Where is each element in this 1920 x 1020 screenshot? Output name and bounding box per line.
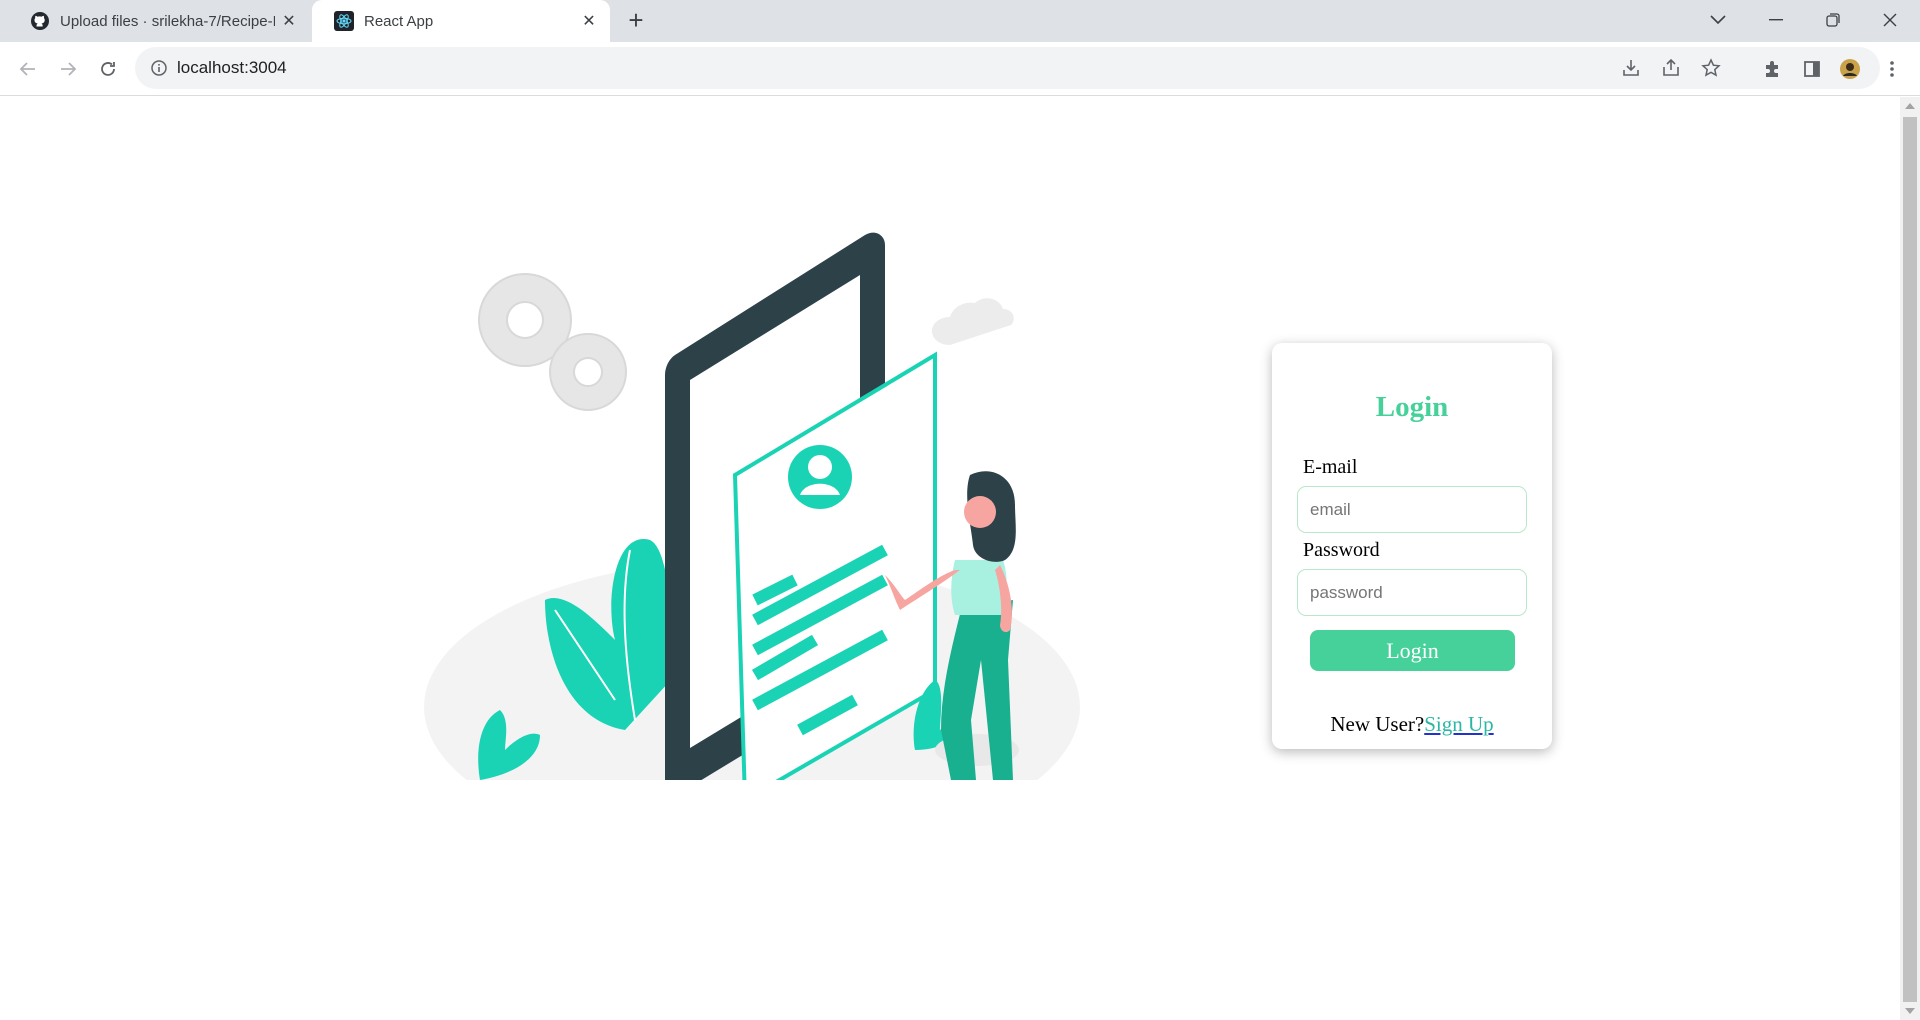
password-input[interactable] — [1297, 569, 1527, 616]
github-icon — [30, 11, 50, 31]
site-info-icon[interactable] — [149, 58, 169, 78]
phone-illustration — [665, 232, 937, 780]
password-label: Password — [1303, 539, 1380, 561]
tab-title: Upload files · srilekha-7/Recipe-B — [60, 12, 275, 30]
install-icon[interactable] — [1615, 52, 1647, 84]
email-label: E-mail — [1303, 456, 1358, 478]
scroll-up-icon[interactable] — [1905, 103, 1915, 109]
cloud-icon — [932, 298, 1014, 345]
close-tab-icon[interactable]: ✕ — [280, 12, 298, 30]
page-scrollbar[interactable] — [1900, 97, 1920, 1020]
minimize-icon[interactable] — [1748, 0, 1804, 40]
new-tab-button[interactable]: + — [622, 7, 650, 33]
profile-avatar[interactable] — [1834, 53, 1866, 85]
gear-icon — [478, 273, 627, 411]
address-bar[interactable]: localhost:3004 — [135, 47, 1880, 89]
tab-react-app[interactable]: React App ✕ — [312, 0, 610, 42]
reload-icon[interactable] — [92, 53, 124, 85]
scroll-down-icon[interactable] — [1905, 1008, 1915, 1014]
tab-title: React App — [364, 12, 434, 30]
share-icon[interactable] — [1655, 52, 1687, 84]
login-button[interactable]: Login — [1310, 630, 1515, 671]
signup-link[interactable]: Sign Up — [1424, 712, 1493, 736]
browser-toolbar: localhost:3004 — [0, 42, 1920, 96]
react-icon — [334, 11, 354, 31]
star-icon[interactable] — [1695, 52, 1727, 84]
back-icon[interactable] — [12, 53, 44, 85]
new-user-text: New User? — [1330, 712, 1425, 736]
menu-icon[interactable] — [1876, 53, 1908, 85]
close-window-icon[interactable] — [1862, 0, 1918, 40]
tab-github-upload[interactable]: Upload files · srilekha-7/Recipe-B ✕ — [8, 0, 310, 42]
side-panel-icon[interactable] — [1796, 53, 1828, 85]
signup-row: New User?Sign Up — [1272, 712, 1552, 737]
close-tab-icon[interactable]: ✕ — [580, 12, 598, 30]
login-card: Login E-mail Password Login New User?Sig… — [1272, 343, 1552, 749]
login-illustration — [424, 232, 1080, 780]
tab-search-icon[interactable] — [1690, 0, 1746, 40]
tab-strip: Upload files · srilekha-7/Recipe-B ✕ Rea… — [0, 0, 1920, 42]
forward-icon[interactable] — [52, 53, 84, 85]
restore-icon[interactable] — [1805, 0, 1861, 40]
url-text: localhost:3004 — [177, 58, 287, 77]
login-title: Login — [1375, 391, 1449, 423]
email-input[interactable] — [1297, 486, 1527, 533]
scrollbar-thumb[interactable] — [1903, 117, 1917, 1002]
extensions-icon[interactable] — [1756, 53, 1788, 85]
